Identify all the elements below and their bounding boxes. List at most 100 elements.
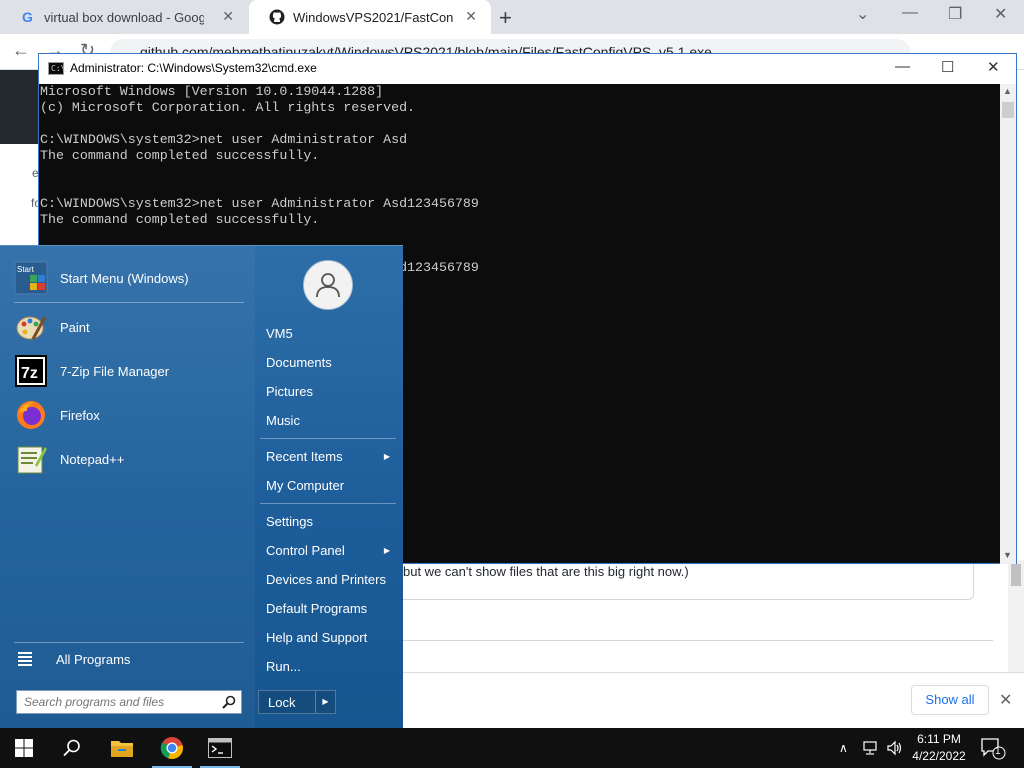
tab-title: WindowsVPS2021/FastConfigVP [293,9,453,25]
tab-google-search[interactable]: G virtual box download - Google S ✕ [0,0,248,34]
menu-item-recent-items[interactable]: Recent Items ▶ [266,445,396,469]
menu-item-music[interactable]: Music [266,409,396,433]
notification-count-badge: 1 [995,746,1001,757]
user-avatar[interactable] [303,260,353,310]
back-button[interactable]: ← [12,40,30,61]
program-label: Notepad++ [60,451,125,467]
github-icon [269,9,285,25]
firefox-icon [14,398,48,432]
show-hidden-icons-chevron-icon[interactable]: ∧ [839,728,848,768]
program-start-menu-windows[interactable]: Start Start Menu (Windows) [14,258,246,298]
console-line: The command completed successfully. [40,212,320,227]
github-header [0,70,40,144]
menu-item-run[interactable]: Run... [266,655,396,679]
user-icon [316,273,340,298]
scrollbar-thumb[interactable] [1002,102,1014,118]
file-too-big-notice: but we can't show files that are this bi… [340,562,974,600]
start-button[interactable] [0,728,48,768]
restore-button[interactable]: ❐ [948,4,962,24]
volume-icon[interactable] [886,728,904,768]
program-label: Start Menu (Windows) [60,270,189,286]
menu-item-vm5[interactable]: VM5 [266,322,396,346]
close-downloads-bar-icon[interactable]: ✕ [999,690,1012,710]
scrollbar-thumb[interactable] [1011,564,1021,586]
program-label: Paint [60,319,90,335]
start-menu: Start Start Menu (Windows) Paint 7z 7-Zi… [0,245,403,729]
tab-title: virtual box download - Google S [44,9,204,25]
lock-button[interactable]: Lock ▶ [258,690,336,714]
console-line: (c) Microsoft Corporation. All rights re… [40,100,416,115]
action-center-button[interactable]: 1 [980,736,1006,760]
svg-text:G: G [22,9,33,25]
clock-time: 6:11 PM [917,732,961,746]
scroll-up-arrow-icon[interactable]: ▲ [1003,86,1012,96]
lock-label: Lock [268,695,296,710]
start-menu-icon: Start [14,261,48,295]
menu-item-control-panel[interactable]: Control Panel ▶ [266,539,396,563]
all-programs-label: All Programs [56,651,131,667]
taskbar-clock[interactable]: 6:11 PM 4/22/2022 [906,731,972,765]
program-7zip[interactable]: 7z 7-Zip File Manager [14,351,246,391]
program-paint[interactable]: Paint [14,307,246,347]
taskbar-search-button[interactable] [48,728,96,768]
all-programs-button[interactable]: All Programs [18,650,130,668]
cmd-window-title: Administrator: C:\Windows\System32\cmd.e… [70,61,317,75]
console-line: Microsoft Windows [Version 10.0.19044.12… [40,84,384,99]
menu-item-settings[interactable]: Settings [266,510,396,534]
menu-item-default-programs[interactable]: Default Programs [266,597,396,621]
network-icon[interactable] [862,728,880,768]
taskbar-file-explorer[interactable] [98,728,146,768]
taskbar-cmd[interactable] [196,728,244,768]
cmd-icon: C:\ [48,62,65,75]
cmd-minimize-button[interactable]: — [895,58,910,75]
menu-item-documents[interactable]: Documents [266,351,396,375]
svg-text:Start: Start [17,265,35,274]
minimize-button[interactable]: — [902,4,918,22]
scroll-down-arrow-icon[interactable]: ▼ [1003,550,1012,560]
svg-text:7z: 7z [21,365,38,382]
tab-search-icon[interactable]: ⌄ [856,4,869,24]
page-scrollbar[interactable] [1008,560,1024,672]
console-line: The command completed successfully. [40,148,320,163]
taskbar-chrome[interactable] [148,728,196,768]
menu-item-devices-and-printers[interactable]: Devices and Printers [266,568,396,592]
cmd-maximize-button[interactable]: ☐ [941,58,954,76]
search-icon[interactable] [222,695,236,709]
search-icon [63,739,80,757]
chrome-icon [160,737,183,760]
separator [260,503,396,504]
search-input[interactable] [17,691,213,713]
menu-item-help-and-support[interactable]: Help and Support [266,626,396,650]
start-search-box[interactable] [16,690,242,714]
cmd-icon [208,738,232,758]
tab-github[interactable]: WindowsVPS2021/FastConfigVP ✕ [249,0,491,34]
separator [260,438,396,439]
cmd-title-bar[interactable]: C:\ Administrator: C:\Windows\System32\c… [39,54,1016,84]
show-all-downloads-button[interactable]: Show all [911,685,989,715]
program-firefox[interactable]: Firefox [14,395,246,435]
program-label: Firefox [60,407,100,423]
menu-item-my-computer[interactable]: My Computer [266,474,396,498]
new-tab-button[interactable]: + [499,5,512,31]
divider [403,640,993,641]
browser-tab-strip: G virtual box download - Google S ✕ Wind… [0,0,1024,34]
menu-item-pictures[interactable]: Pictures [266,380,396,404]
file-explorer-icon [111,741,133,757]
close-tab-icon[interactable]: ✕ [465,8,477,25]
lock-options-arrow-icon[interactable]: ▶ [315,691,335,713]
close-window-button[interactable]: ✕ [994,4,1007,24]
program-notepadpp[interactable]: Notepad++ [14,439,246,479]
submenu-arrow-icon: ▶ [383,546,390,555]
list-icon [18,650,32,668]
close-tab-icon[interactable]: ✕ [222,8,234,25]
cmd-close-button[interactable]: ✕ [987,58,1000,76]
cmd-scrollbar[interactable]: ▲ ▼ [1000,84,1016,564]
program-label: 7-Zip File Manager [60,363,170,379]
notification-icon [981,738,1006,760]
clock-date: 4/22/2022 [912,749,966,763]
google-icon: G [22,9,33,25]
